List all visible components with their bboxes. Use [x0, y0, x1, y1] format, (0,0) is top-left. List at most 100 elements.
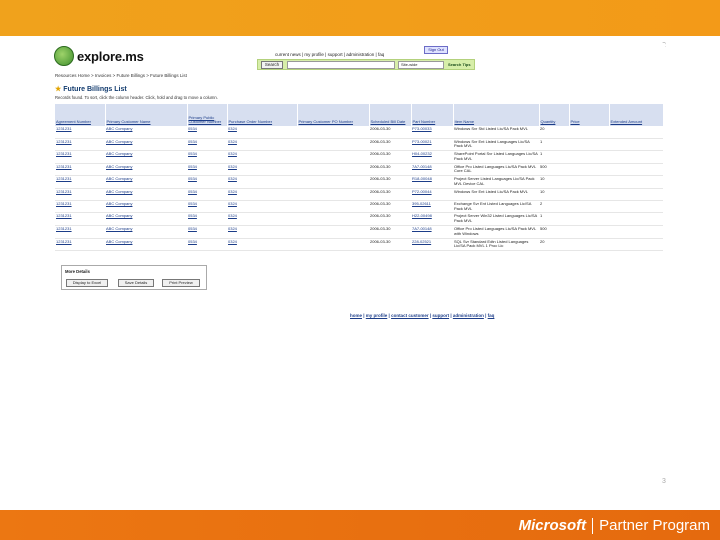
top-nav-links[interactable]: current news | my profile | support | ad… — [275, 52, 384, 57]
column-header[interactable]: Primary Customer Name — [105, 104, 188, 126]
table-cell[interactable]: 0324 — [227, 188, 297, 201]
table-cell[interactable] — [297, 188, 369, 201]
column-header[interactable]: Primary Public Customer Number — [187, 104, 228, 126]
table-cell[interactable]: 7A7-00148 — [411, 163, 453, 177]
table-cell[interactable]: 1231231 — [55, 150, 105, 164]
table-cell[interactable]: 1231231 — [55, 163, 105, 177]
table-cell[interactable]: 228-02521 — [411, 238, 453, 252]
table-cell[interactable]: ABC Company — [105, 212, 187, 227]
save-details-button[interactable]: Save Details — [118, 279, 154, 287]
table-cell[interactable]: 1231231 — [55, 188, 105, 201]
table-cell[interactable] — [297, 200, 369, 214]
table-cell[interactable]: H04-00232 — [411, 150, 453, 164]
table-cell[interactable]: H22-00498 — [411, 212, 453, 227]
table-cell[interactable]: 1231231 — [55, 212, 105, 227]
table-cell[interactable]: 1231231 — [55, 238, 105, 252]
table-cell[interactable]: 1231231 — [55, 200, 105, 214]
table-cell[interactable]: 7A7-00148 — [411, 225, 453, 239]
table-cell[interactable]: ABC Company — [105, 138, 187, 152]
footer-link-profile[interactable]: my profile — [366, 313, 388, 318]
table-cell[interactable] — [297, 238, 369, 252]
column-header[interactable]: Extended Amount — [609, 104, 664, 126]
table-row[interactable]: 1231231 ABC Company 0534 0324 2006-03-30 P73-… — [55, 126, 663, 139]
sign-out-button[interactable]: Sign Out — [424, 46, 448, 54]
column-header[interactable]: Agreement Number — [55, 104, 106, 126]
table-row[interactable]: 1231231 ABC Company 0534 0324 2006-03-30 H04-… — [55, 150, 663, 164]
footer-link-home[interactable]: home — [350, 313, 362, 318]
column-header[interactable]: Primary Customer PO Number — [297, 104, 370, 126]
column-header[interactable]: Part Number — [411, 104, 454, 126]
table-row[interactable]: 1231231 ABC Company 0534 0324 2006-03-30 7A7-… — [55, 163, 663, 177]
table-cell[interactable]: ABC Company — [105, 163, 187, 177]
column-header[interactable]: Scheduled Bill Date — [369, 104, 412, 126]
table-cell[interactable]: 1231231 — [55, 225, 105, 239]
print-preview-button[interactable]: Print Preview — [162, 279, 200, 287]
table-cell[interactable]: 0324 — [227, 138, 297, 152]
table-cell[interactable] — [297, 175, 369, 189]
table-cell[interactable]: 0324 — [227, 238, 297, 252]
table-cell[interactable]: 395-02611 — [411, 200, 453, 214]
breadcrumb[interactable]: Resources Home > Invoices > Future Billi… — [55, 73, 187, 78]
table-cell[interactable]: R18-00048 — [411, 175, 453, 189]
table-cell[interactable]: ABC Company — [105, 238, 187, 252]
column-header[interactable]: Price — [569, 104, 610, 126]
table-cell[interactable]: ABC Company — [105, 188, 187, 201]
table-cell[interactable]: 0534 — [187, 150, 227, 164]
table-cell[interactable]: ABC Company — [105, 175, 187, 189]
table-cell[interactable]: 0534 — [187, 126, 227, 139]
table-row[interactable]: 1231231 ABC Company 0534 0324 2006-03-30 P72-… — [55, 188, 663, 201]
column-header[interactable]: Quantity — [539, 104, 570, 126]
search-button[interactable]: Search — [261, 61, 283, 69]
table-cell[interactable]: 0534 — [187, 238, 227, 252]
star-icon: ★ — [55, 86, 62, 93]
table-cell[interactable]: 0534 — [187, 200, 227, 214]
table-cell[interactable] — [297, 225, 369, 239]
search-tips-link[interactable]: Search Tips — [448, 62, 471, 67]
table-cell[interactable]: 0534 — [187, 175, 227, 189]
table-cell[interactable]: ABC Company — [105, 126, 187, 139]
search-scope-select[interactable]: Site-wide — [398, 61, 444, 69]
table-cell[interactable]: P73-00021 — [411, 138, 453, 152]
table-row[interactable]: 1231231 ABC Company 0534 0324 2006-03-30 R18-… — [55, 175, 663, 189]
table-cell[interactable]: ABC Company — [105, 225, 187, 239]
table-cell[interactable] — [297, 138, 369, 152]
table-cell[interactable]: 0324 — [227, 225, 297, 239]
table-cell[interactable]: P72-00044 — [411, 188, 453, 201]
table-row[interactable]: 1231231 ABC Company 0534 0324 2006-03-30 7A7-… — [55, 225, 663, 239]
table-cell[interactable]: 0324 — [227, 212, 297, 227]
table-cell[interactable]: 0534 — [187, 225, 227, 239]
table-cell[interactable]: 1231231 — [55, 175, 105, 189]
table-cell[interactable]: 0534 — [187, 163, 227, 177]
footer-link-admin[interactable]: administration — [453, 313, 484, 318]
table-cell[interactable]: 0324 — [227, 163, 297, 177]
table-row[interactable]: 1231231 ABC Company 0534 0324 2006-03-30 H22-… — [55, 212, 663, 227]
table-cell[interactable]: 0534 — [187, 212, 227, 227]
table-cell[interactable] — [297, 150, 369, 164]
table-cell[interactable]: ABC Company — [105, 200, 187, 214]
table-cell[interactable]: 1231231 — [55, 126, 105, 139]
table-cell[interactable] — [297, 126, 369, 139]
table-cell[interactable] — [297, 163, 369, 177]
table-cell: 20 — [539, 126, 569, 139]
table-cell[interactable]: P73-00033 — [411, 126, 453, 139]
table-cell[interactable]: 0324 — [227, 175, 297, 189]
column-header[interactable]: Item Name — [453, 104, 540, 126]
table-cell[interactable]: ABC Company — [105, 150, 187, 164]
footer-link-contact[interactable]: contact customer — [391, 313, 429, 318]
table-cell[interactable]: 0534 — [187, 138, 227, 152]
table-row[interactable]: 1231231 ABC Company 0534 0324 2006-03-30 228-… — [55, 238, 663, 252]
display-to-excel-button[interactable]: Display to Excel — [66, 279, 108, 287]
table-cell[interactable]: 0324 — [227, 126, 297, 139]
table-cell[interactable] — [297, 212, 369, 227]
footer-link-faq[interactable]: faq — [488, 313, 495, 318]
table-row[interactable]: 1231231 ABC Company 0534 0324 2006-03-30 395-… — [55, 200, 663, 214]
logo[interactable]: explore.ms — [54, 46, 144, 66]
footer-link-support[interactable]: support — [432, 313, 449, 318]
table-cell[interactable]: 0324 — [227, 200, 297, 214]
table-row[interactable]: 1231231 ABC Company 0534 0324 2006-03-30 P73-… — [55, 138, 663, 152]
table-cell[interactable]: 0324 — [227, 150, 297, 164]
table-cell[interactable]: 0534 — [187, 188, 227, 201]
column-header[interactable]: Purchase Order Number — [227, 104, 298, 126]
search-input[interactable] — [287, 61, 395, 69]
table-cell[interactable]: 1231231 — [55, 138, 105, 152]
